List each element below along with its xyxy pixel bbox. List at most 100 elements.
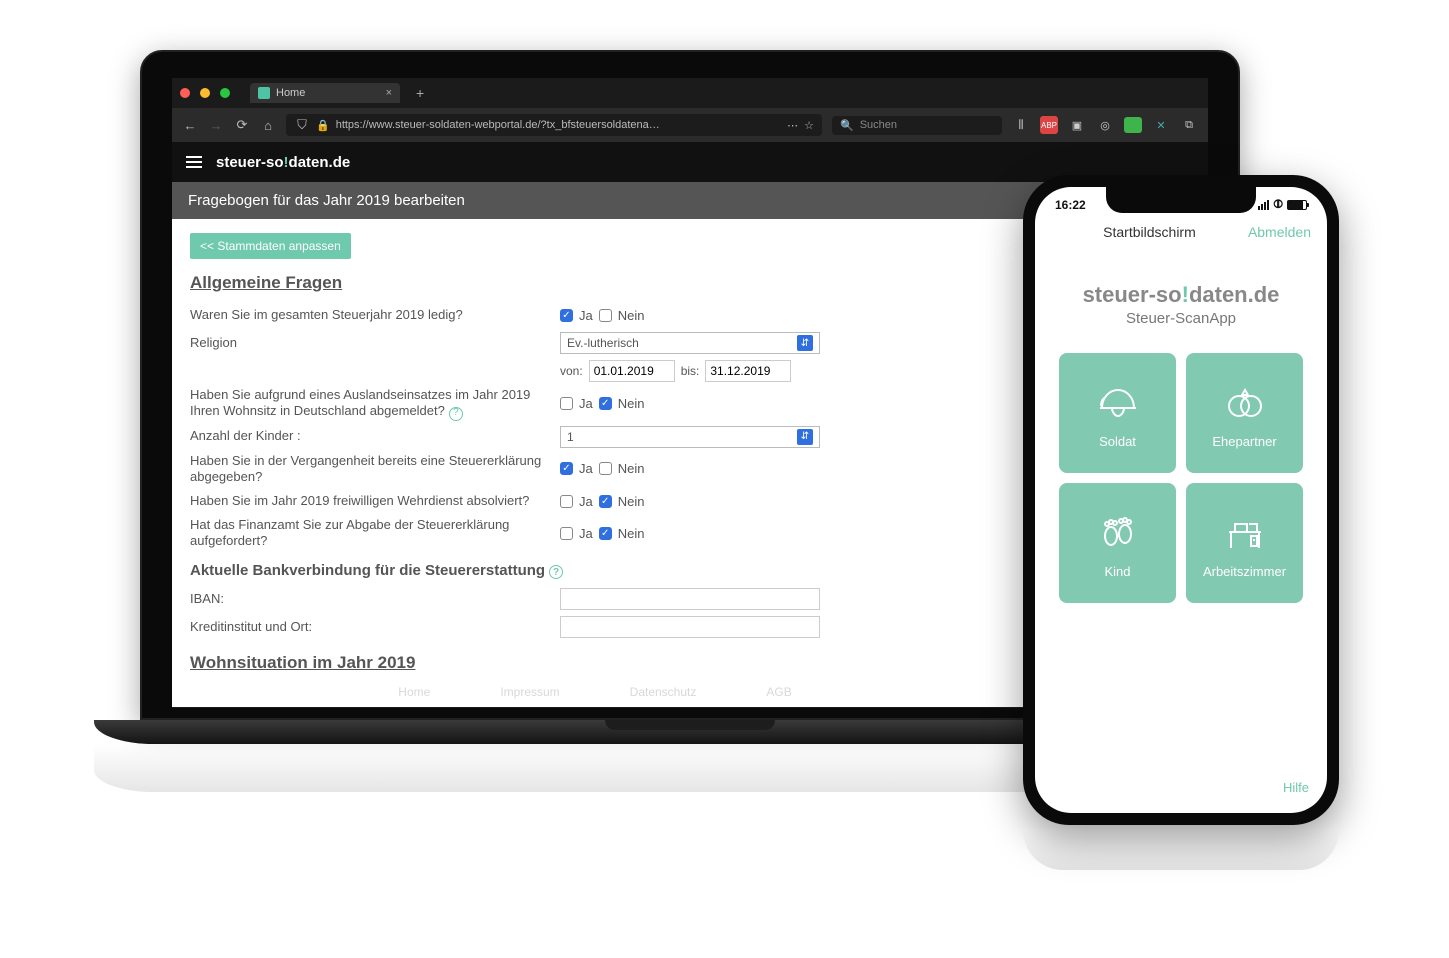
- tab-title: Home: [276, 87, 305, 99]
- question-vergangen: Haben Sie in der Vergangenheit bereits e…: [190, 453, 560, 486]
- row-vergangen: Haben Sie in der Vergangenheit bereits e…: [190, 453, 1000, 486]
- footer-datenschutz[interactable]: Datenschutz: [630, 685, 697, 699]
- tile-kind[interactable]: Kind: [1059, 483, 1176, 603]
- vergangen-nein-checkbox[interactable]: [599, 462, 612, 475]
- label-nein: Nein: [618, 526, 645, 541]
- phone-logout-link[interactable]: Abmelden: [1248, 224, 1311, 240]
- stammdaten-button[interactable]: << Stammdaten anpassen: [190, 233, 351, 259]
- tab-favicon: [258, 87, 270, 99]
- label-nein: Nein: [618, 308, 645, 323]
- label-ja: Ja: [579, 396, 593, 411]
- row-ledig: Waren Sie im gesamten Steuerjahr 2019 le…: [190, 303, 1000, 327]
- row-dates: von: bis:: [190, 359, 1000, 383]
- kreditinstitut-input[interactable]: [560, 616, 820, 638]
- extension-green-icon[interactable]: [1124, 117, 1142, 133]
- tile-soldat[interactable]: Soldat: [1059, 353, 1176, 473]
- download-icon[interactable]: ▣: [1068, 116, 1086, 134]
- label-bis: bis:: [681, 364, 700, 378]
- kinder-value: 1: [567, 430, 574, 444]
- wehrdienst-ja-checkbox[interactable]: [560, 495, 573, 508]
- ledig-nein-checkbox[interactable]: [599, 309, 612, 322]
- phone-mockup: 16:22 ⦷ Startbildschirm Abmelden steuer-…: [1023, 175, 1339, 825]
- phone-reflection: [1023, 830, 1339, 870]
- tile-label: Soldat: [1099, 434, 1136, 449]
- adblock-icon[interactable]: ABP: [1040, 116, 1058, 134]
- ausland-nein-checkbox[interactable]: ✓: [599, 397, 612, 410]
- tile-ehepartner[interactable]: Ehepartner: [1186, 353, 1303, 473]
- battery-icon: [1287, 200, 1307, 210]
- phone-time: 16:22: [1055, 198, 1086, 212]
- section-bank-heading: Aktuelle Bankverbindung für die Steuerer…: [190, 562, 1000, 580]
- address-bar[interactable]: ⛉ 🔒 https://www.steuer-soldaten-webporta…: [286, 114, 822, 136]
- label-ja: Ja: [579, 526, 593, 541]
- star-icon[interactable]: ☆: [804, 119, 814, 132]
- desk-icon: [1221, 508, 1269, 556]
- religion-select[interactable]: Ev.-lutherisch ⇵: [560, 332, 820, 354]
- row-kinder: Anzahl der Kinder : 1 ⇵: [190, 425, 1000, 449]
- question-kinder: Anzahl der Kinder :: [190, 428, 560, 444]
- window-close-dot[interactable]: [180, 88, 190, 98]
- help-icon[interactable]: ?: [449, 407, 463, 421]
- site-brand[interactable]: steuer-so!daten.de: [216, 154, 350, 171]
- browser-tab[interactable]: Home ×: [250, 83, 400, 103]
- von-date-input[interactable]: [589, 360, 675, 382]
- tab-close-icon[interactable]: ×: [386, 87, 392, 99]
- account-icon[interactable]: ◎: [1096, 116, 1114, 134]
- footer-agb[interactable]: AGB: [766, 685, 791, 699]
- footprints-icon: [1094, 508, 1142, 556]
- phone-tile-grid: Soldat Ehepartner Kind Arbeitszimmer: [1035, 327, 1327, 629]
- iban-input[interactable]: [560, 588, 820, 610]
- religion-value: Ev.-lutherisch: [567, 336, 639, 350]
- window-min-dot[interactable]: [200, 88, 210, 98]
- label-ja: Ja: [579, 461, 593, 476]
- new-tab-button[interactable]: +: [416, 85, 424, 101]
- phone-brand-logo: steuer-so!daten.de: [1035, 282, 1327, 308]
- reload-icon[interactable]: ⟳: [234, 117, 250, 133]
- phone-screen: 16:22 ⦷ Startbildschirm Abmelden steuer-…: [1035, 187, 1327, 813]
- browser-tabs-row: Home × +: [172, 78, 1208, 108]
- ledig-ja-checkbox[interactable]: ✓: [560, 309, 573, 322]
- label-kreditinstitut: Kreditinstitut und Ort:: [190, 619, 560, 635]
- search-box[interactable]: 🔍 Suchen: [832, 116, 1002, 135]
- label-von: von:: [560, 364, 583, 378]
- question-aufgefordert: Hat das Finanzamt Sie zur Abgabe der Ste…: [190, 517, 560, 550]
- vergangen-ja-checkbox[interactable]: ✓: [560, 462, 573, 475]
- window-max-dot[interactable]: [220, 88, 230, 98]
- search-icon: 🔍: [840, 119, 854, 132]
- browser-toolbar: ← → ⟳ ⌂ ⛉ 🔒 https://www.steuer-soldaten-…: [172, 108, 1208, 142]
- footer-home[interactable]: Home: [398, 685, 430, 699]
- home-icon[interactable]: ⌂: [260, 118, 276, 133]
- phone-nav-title: Startbildschirm: [1103, 224, 1196, 240]
- label-nein: Nein: [618, 396, 645, 411]
- helmet-icon: [1094, 378, 1142, 426]
- phone-brand-sub: Steuer-ScanApp: [1035, 310, 1327, 327]
- brand-text-2: daten: [289, 154, 329, 171]
- phone-hilfe-link[interactable]: Hilfe: [1283, 780, 1309, 795]
- tile-label: Arbeitszimmer: [1203, 564, 1286, 579]
- row-wehrdienst: Haben Sie im Jahr 2019 freiwilligen Wehr…: [190, 489, 1000, 513]
- aufgefordert-ja-checkbox[interactable]: [560, 527, 573, 540]
- footer-impressum[interactable]: Impressum: [500, 685, 559, 699]
- library-icon[interactable]: ⫼: [1012, 116, 1030, 134]
- rings-icon: [1221, 378, 1269, 426]
- question-ausland: Haben Sie aufgrund eines Auslandseinsatz…: [190, 387, 560, 421]
- ausland-ja-checkbox[interactable]: [560, 397, 573, 410]
- select-arrow-icon: ⇵: [797, 335, 813, 351]
- shield-icon: ⛉: [294, 117, 310, 133]
- tile-label: Ehepartner: [1212, 434, 1276, 449]
- signal-icon: [1258, 200, 1269, 210]
- row-aufgefordert: Hat das Finanzamt Sie zur Abgabe der Ste…: [190, 517, 1000, 550]
- addons-icon[interactable]: ⧉: [1180, 116, 1198, 134]
- help-icon[interactable]: ?: [549, 565, 563, 579]
- kinder-select[interactable]: 1 ⇵: [560, 426, 820, 448]
- bis-date-input[interactable]: [705, 360, 791, 382]
- wehrdienst-nein-checkbox[interactable]: ✓: [599, 495, 612, 508]
- lock-icon: 🔒: [316, 119, 330, 132]
- phone-nav-bar: Startbildschirm Abmelden: [1035, 212, 1327, 248]
- nav-back-icon[interactable]: ←: [182, 118, 198, 133]
- hamburger-menu-icon[interactable]: [186, 156, 202, 168]
- aufgefordert-nein-checkbox[interactable]: ✓: [599, 527, 612, 540]
- tile-arbeitszimmer[interactable]: Arbeitszimmer: [1186, 483, 1303, 603]
- label-iban: IBAN:: [190, 591, 560, 607]
- extension-x-icon[interactable]: ✕: [1152, 116, 1170, 134]
